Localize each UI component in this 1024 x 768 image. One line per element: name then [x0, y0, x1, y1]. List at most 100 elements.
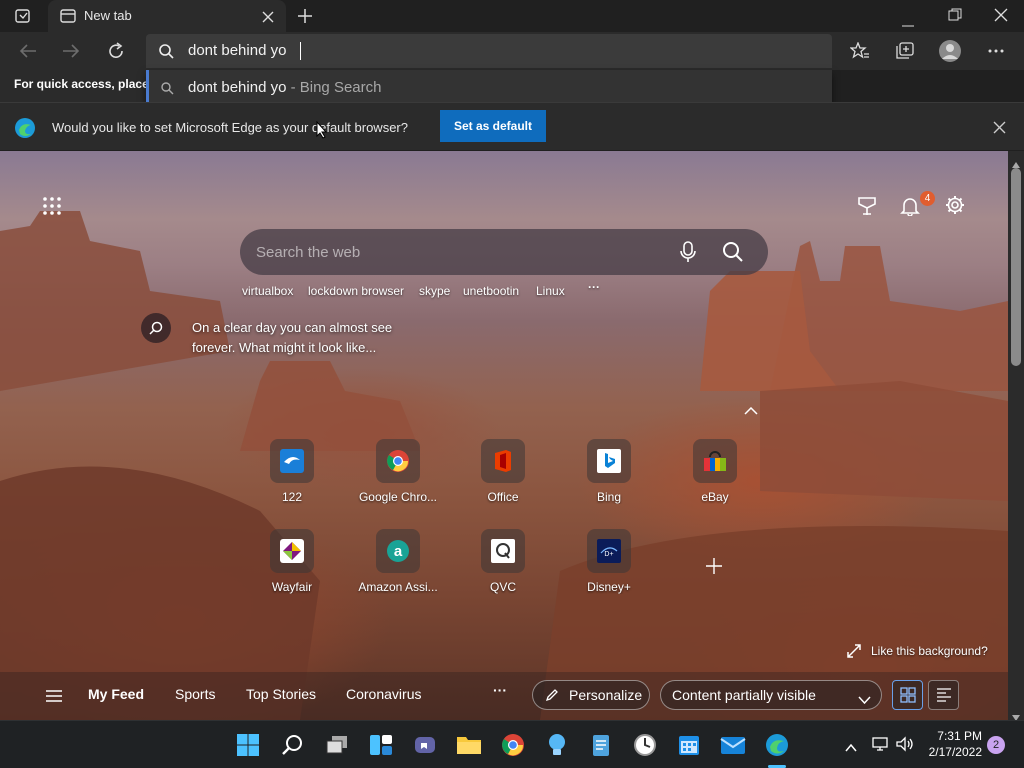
trending-chip[interactable]: skype [419, 284, 450, 298]
content-visibility-select[interactable]: Content partially visible [660, 680, 882, 710]
scrollbar-thumb[interactable] [1011, 168, 1021, 366]
amazon-assistant-icon: a [376, 529, 420, 573]
profile-avatar[interactable] [935, 36, 965, 66]
pencil-icon [545, 688, 559, 707]
scroll-up-icon[interactable] [1012, 155, 1020, 173]
trending-chip[interactable]: lockdown browser [308, 284, 404, 298]
new-tab-plus-icon[interactable] [296, 7, 314, 30]
tab-coronavirus[interactable]: Coronavirus [346, 686, 421, 702]
content-visibility-value: Content partially visible [672, 687, 816, 703]
favorites-hint: For quick access, place y [14, 77, 159, 91]
scrollbar[interactable] [1008, 151, 1024, 721]
volume-icon[interactable] [896, 736, 914, 757]
disney-plus-icon: D+ [587, 529, 631, 573]
trending-chip[interactable]: Linux [536, 284, 565, 298]
edge-logo-icon [14, 117, 36, 144]
system-clock[interactable]: 7:31 PM 2/17/2022 [926, 728, 982, 760]
edge-taskbar-icon[interactable] [761, 729, 793, 761]
more-feed-tabs-icon[interactable]: ··· [493, 682, 507, 698]
calendar-icon[interactable] [673, 729, 705, 761]
file-explorer-icon[interactable] [453, 729, 485, 761]
back-icon[interactable] [13, 36, 43, 66]
tips-lightbulb-icon[interactable] [541, 729, 573, 761]
taskbar-search-icon[interactable] [277, 729, 309, 761]
text-cursor [300, 42, 301, 60]
clock-app-icon[interactable] [629, 729, 661, 761]
quick-link-tile[interactable]: eBay [673, 439, 757, 504]
web-search-input[interactable] [256, 241, 636, 263]
grid-layout-icon[interactable] [892, 680, 923, 710]
tab-my-feed[interactable]: My Feed [88, 686, 144, 702]
more-chips-icon[interactable]: ··· [588, 280, 600, 294]
personalize-button[interactable]: Personalize [532, 680, 650, 710]
mouse-cursor-icon [316, 120, 328, 144]
address-input[interactable]: dont behind yo [188, 42, 286, 59]
clock-time: 7:31 PM [937, 729, 982, 743]
like-background-link[interactable]: Like this background? [871, 644, 988, 658]
widgets-icon[interactable] [365, 729, 397, 761]
set-as-default-button[interactable]: Set as default [440, 110, 546, 142]
refresh-icon[interactable] [101, 36, 131, 66]
personalize-label: Personalize [569, 687, 643, 703]
tab-sports[interactable]: Sports [175, 686, 215, 702]
notepad-icon[interactable] [585, 729, 617, 761]
teams-chat-icon[interactable] [409, 729, 441, 761]
quick-link-label: Amazon Assi... [358, 580, 438, 594]
chrome-taskbar-icon[interactable] [497, 729, 529, 761]
quick-link-label: eBay [701, 490, 729, 504]
forward-icon[interactable] [56, 36, 86, 66]
feed-menu-icon[interactable] [46, 689, 62, 707]
quick-link-tile[interactable]: 122 [250, 439, 334, 504]
network-icon[interactable] [872, 737, 888, 756]
expand-background-icon[interactable] [847, 644, 861, 663]
address-bar[interactable]: dont behind yo [146, 34, 832, 68]
background-fact[interactable]: On a clear day you can almost see foreve… [192, 318, 422, 358]
suggestion-query: dont behind yo [188, 79, 287, 96]
favorites-icon[interactable] [845, 36, 875, 66]
notification-center-badge[interactable]: 2 [987, 736, 1005, 754]
collections-icon[interactable] [890, 36, 920, 66]
quick-link-tile[interactable]: D+ Disney+ [567, 529, 651, 594]
start-windows-icon[interactable] [232, 729, 264, 761]
rewards-icon[interactable] [857, 196, 877, 221]
notification-count-badge: 4 [920, 191, 935, 206]
trending-chip[interactable]: virtualbox [242, 284, 293, 298]
list-layout-icon[interactable] [928, 680, 959, 710]
ebay-icon [693, 439, 737, 483]
voice-search-microphone-icon[interactable] [680, 241, 696, 268]
quick-link-label: Disney+ [587, 580, 631, 594]
suggestion-highlight [146, 70, 149, 106]
quick-link-tile[interactable]: QVC [461, 529, 545, 594]
settings-more-icon[interactable] [981, 36, 1011, 66]
quick-link-label: Wayfair [271, 580, 313, 594]
task-view-icon[interactable] [321, 729, 353, 761]
notifications-icon[interactable] [900, 196, 920, 221]
collapse-chevron-icon[interactable] [744, 402, 758, 420]
qvc-icon [481, 529, 525, 573]
minimize-icon[interactable] [902, 14, 914, 32]
web-search-box[interactable] [240, 229, 768, 275]
image-search-icon[interactable] [141, 313, 171, 343]
show-hidden-icons-chevron-icon[interactable] [845, 739, 857, 757]
add-quick-link-plus-icon[interactable] [705, 557, 723, 580]
quick-link-tile[interactable]: Google Chro... [356, 439, 440, 504]
svg-text:D+: D+ [604, 551, 613, 558]
tab-actions-icon[interactable] [14, 8, 32, 24]
close-window-icon[interactable] [994, 8, 1008, 27]
tab-top-stories[interactable]: Top Stories [246, 686, 316, 702]
app-launcher-icon[interactable] [43, 197, 61, 220]
trending-chip[interactable]: unetbootin [463, 284, 519, 298]
close-tab-icon[interactable] [262, 10, 274, 28]
restore-icon[interactable] [948, 8, 962, 27]
quick-link-tile[interactable]: Wayfair [250, 529, 334, 594]
web-search-submit-icon[interactable] [722, 241, 744, 268]
page-settings-gear-icon[interactable] [945, 195, 965, 220]
quick-link-tile[interactable]: a Amazon Assi... [356, 529, 440, 594]
mail-icon[interactable] [717, 729, 749, 761]
quick-link-tile[interactable]: Bing [567, 439, 651, 504]
tab-new-tab[interactable]: New tab [48, 0, 286, 32]
close-infobar-icon[interactable] [993, 121, 1006, 139]
quick-link-tile[interactable]: Office [461, 439, 545, 504]
quick-link-label: 122 [281, 490, 303, 504]
suggestion-item[interactable]: dont behind yo - Bing Search [146, 70, 832, 106]
